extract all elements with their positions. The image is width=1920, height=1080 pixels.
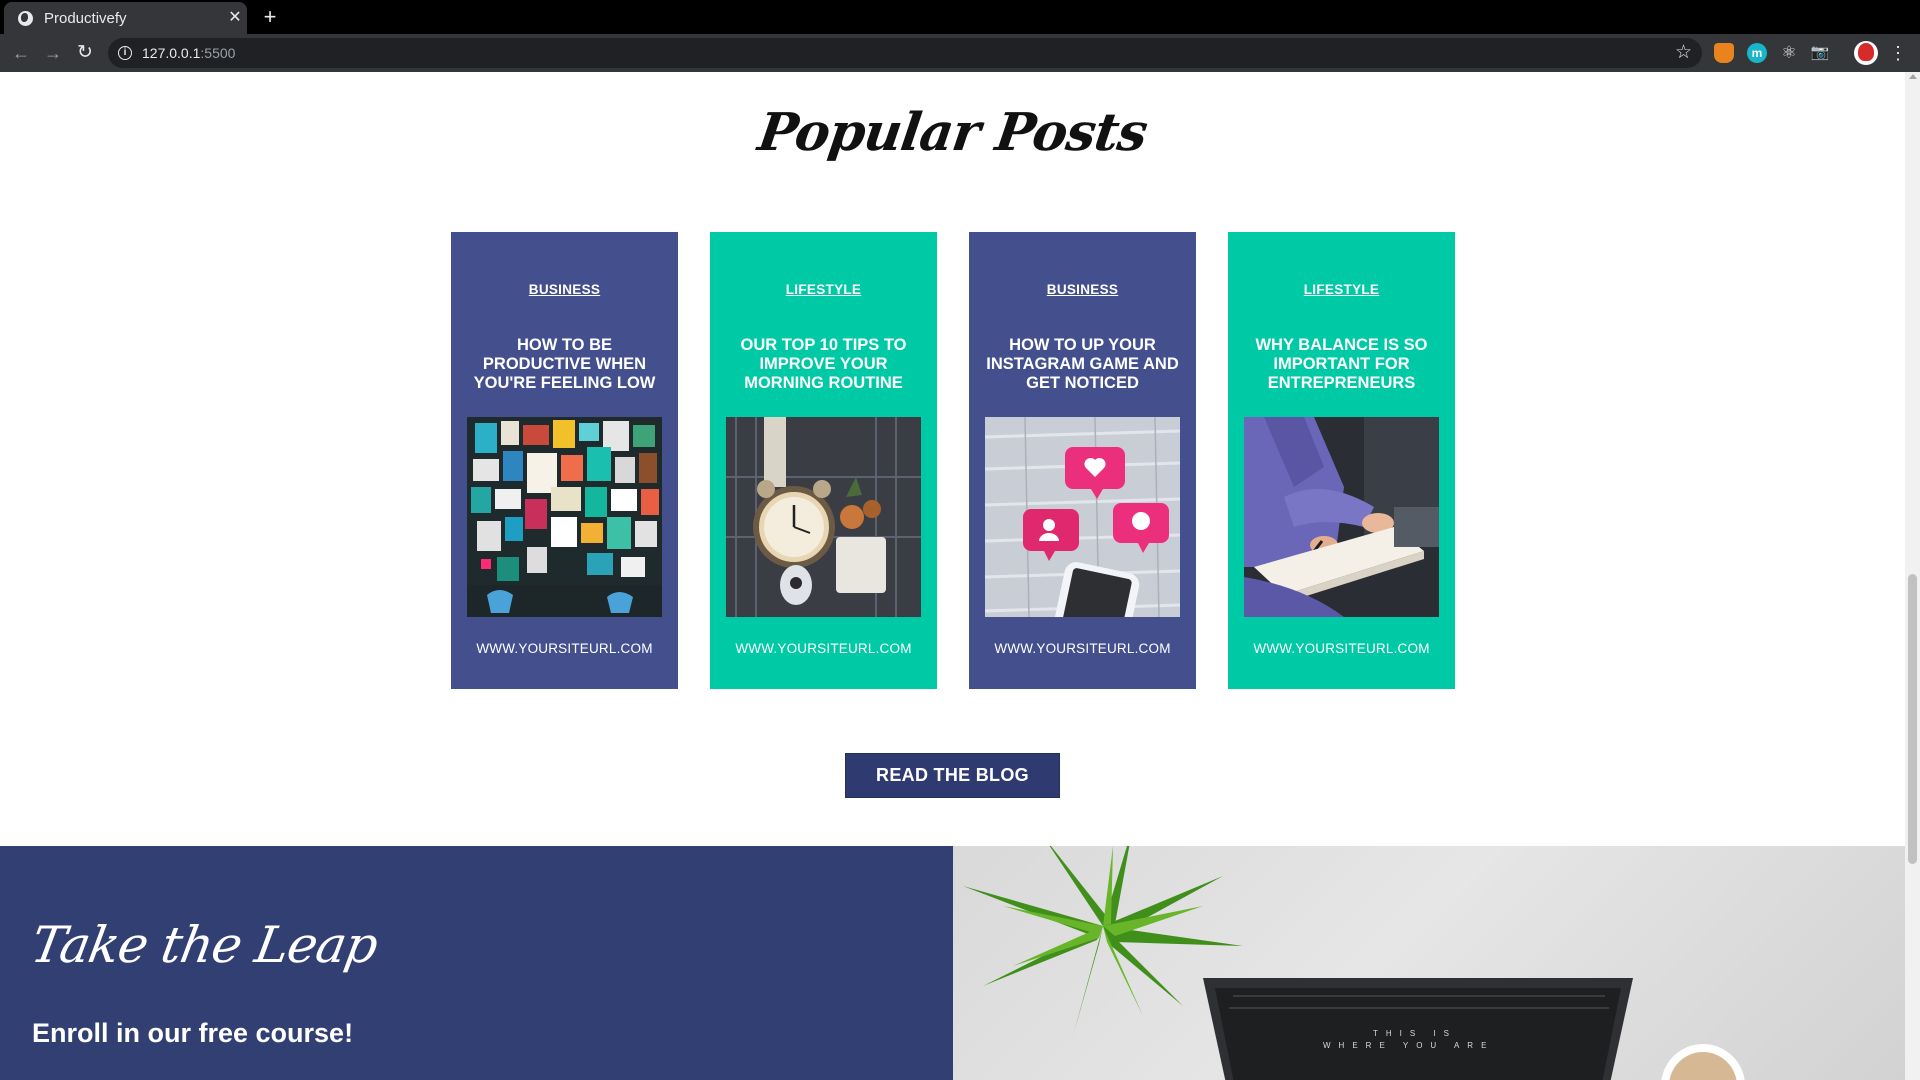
extension-m-icon[interactable]: m [1747, 43, 1767, 63]
popular-posts-grid: BUSINESS HOW TO BE PRODUCTIVE WHEN YOU'R… [451, 232, 1455, 689]
react-devtools-icon[interactable]: ⚛ [1779, 43, 1799, 63]
post-title[interactable]: OUR TOP 10 TIPS TO IMPROVE YOUR MORNING … [722, 336, 925, 393]
svg-text:THIS IS: THIS IS [1373, 1029, 1457, 1038]
tab-title: Productivefy [44, 10, 127, 27]
course-signup-panel: Take the Leap Enroll in our free course! [0, 846, 953, 1080]
post-url[interactable]: WWW.YOURSITEURL.COM [969, 641, 1196, 656]
post-image-writing-notebook[interactable] [1244, 417, 1439, 617]
post-url[interactable]: WWW.YOURSITEURL.COM [1228, 641, 1455, 656]
scroll-up-arrow-icon[interactable] [1909, 74, 1917, 79]
course-title: Take the Leap [26, 916, 382, 974]
camera-icon[interactable]: 📷 [1810, 43, 1830, 63]
url-port: :5500 [200, 45, 236, 61]
category-link[interactable]: BUSINESS [969, 282, 1196, 297]
menu-kebab-icon[interactable]: ⋮ [1888, 40, 1908, 66]
post-title[interactable]: HOW TO BE PRODUCTIVE WHEN YOU'RE FEELING… [463, 336, 666, 393]
url-text[interactable]: 127.0.0.1:5500 [142, 45, 235, 61]
svg-text:WHERE YOU ARE: WHERE YOU ARE [1323, 1041, 1494, 1050]
bookmark-star-icon[interactable]: ☆ [1675, 41, 1692, 65]
browser-tab[interactable]: Productivefy ✕ [4, 2, 247, 34]
read-blog-button[interactable]: READ THE BLOG [845, 753, 1060, 798]
browser-tab-bar: Productivefy ✕ + [0, 0, 1920, 34]
post-image-alarm-clock[interactable] [726, 417, 921, 617]
post-image-wall-of-notes[interactable] [467, 417, 662, 617]
category-link[interactable]: LIFESTYLE [710, 282, 937, 297]
course-subtitle: Enroll in our free course! [32, 1018, 354, 1048]
section-title: Popular Posts [754, 102, 1151, 163]
globe-icon [18, 11, 33, 26]
post-title[interactable]: HOW TO UP YOUR INSTAGRAM GAME AND GET NO… [981, 336, 1184, 393]
forward-arrow-icon[interactable]: → [40, 40, 66, 66]
post-card[interactable]: LIFESTYLE OUR TOP 10 TIPS TO IMPROVE YOU… [710, 232, 937, 689]
post-card[interactable]: BUSINESS HOW TO UP YOUR INSTAGRAM GAME A… [969, 232, 1196, 689]
post-url[interactable]: WWW.YOURSITEURL.COM [451, 641, 678, 656]
desk-laptop-photo: THIS IS WHERE YOU ARE [953, 846, 1905, 1080]
category-link[interactable]: BUSINESS [451, 282, 678, 297]
reload-icon[interactable]: ↻ [72, 40, 98, 66]
new-tab-button[interactable]: + [258, 3, 282, 31]
post-image-instagram-likes[interactable] [985, 417, 1180, 617]
vertical-scrollbar[interactable] [1905, 72, 1920, 1080]
browser-toolbar: ← → ↻ i 127.0.0.1:5500 ☆ m ⚛ 📷 ⋮ [0, 34, 1920, 72]
back-arrow-icon[interactable]: ← [8, 40, 34, 66]
metamask-fox-icon[interactable] [1714, 43, 1734, 63]
info-icon[interactable]: i [118, 46, 132, 60]
post-title[interactable]: WHY BALANCE IS SO IMPORTANT FOR ENTREPRE… [1240, 336, 1443, 393]
page-viewport: Popular Posts BUSINESS HOW TO BE PRODUCT… [0, 72, 1905, 1080]
scrollbar-thumb[interactable] [1908, 574, 1917, 864]
url-host: 127.0.0.1 [142, 45, 201, 61]
profile-avatar[interactable] [1854, 41, 1878, 65]
address-bar[interactable]: i 127.0.0.1:5500 ☆ [108, 38, 1702, 68]
post-url[interactable]: WWW.YOURSITEURL.COM [710, 641, 937, 656]
post-card[interactable]: LIFESTYLE WHY BALANCE IS SO IMPORTANT FO… [1228, 232, 1455, 689]
category-link[interactable]: LIFESTYLE [1228, 282, 1455, 297]
close-tab-icon[interactable]: ✕ [226, 7, 244, 29]
post-card[interactable]: BUSINESS HOW TO BE PRODUCTIVE WHEN YOU'R… [451, 232, 678, 689]
